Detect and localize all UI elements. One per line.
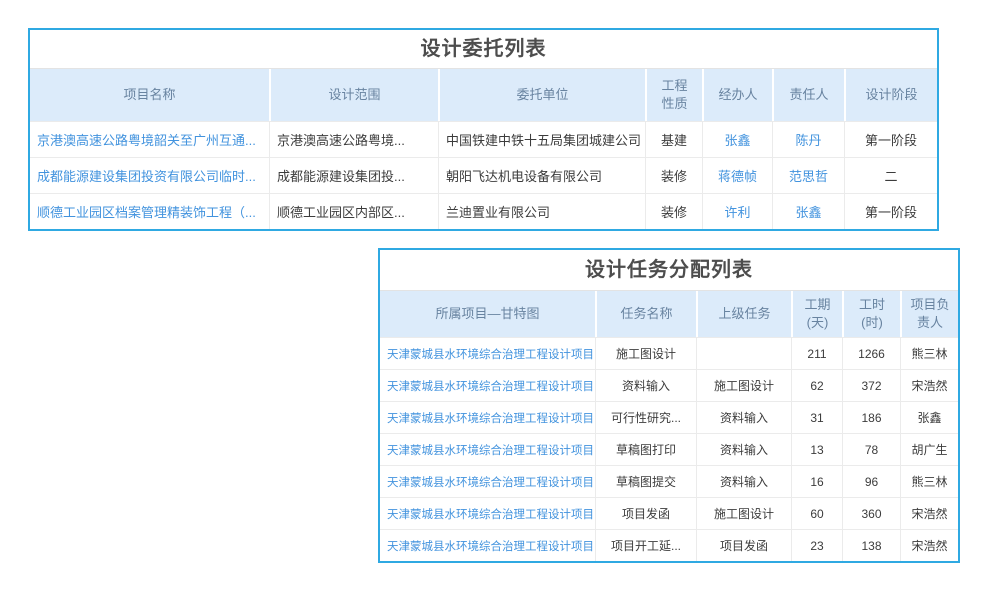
project-manager-cell: 胡广生 [900, 434, 958, 465]
design-phase-cell: 第一阶段 [844, 122, 937, 157]
client-unit-cell: 兰迪置业有限公司 [438, 194, 645, 229]
column-header-work-hours: 工时 (时) [842, 291, 900, 337]
handler-link[interactable]: 许利 [702, 194, 772, 229]
table-row: 天津蒙城县水环境综合治理工程设计项目 项目发函 施工图设计 60 360 宋浩然 [380, 497, 958, 529]
parent-task-cell: 施工图设计 [696, 370, 791, 401]
column-header-design-phase: 设计阶段 [844, 69, 937, 121]
column-header-project-name: 项目名称 [30, 69, 269, 121]
parent-task-cell: 资料输入 [696, 466, 791, 497]
parent-task-cell: 项目发函 [696, 530, 791, 561]
commission-table-title: 设计委托列表 [30, 30, 937, 68]
table-row: 天津蒙城县水环境综合治理工程设计项目 项目开工延... 项目发函 23 138 … [380, 529, 958, 561]
work-hours-cell: 186 [842, 402, 900, 433]
project-name-link[interactable]: 成都能源建设集团投资有限公司临时... [30, 158, 269, 193]
owner-link[interactable]: 张鑫 [772, 194, 844, 229]
task-name-cell: 项目开工延... [595, 530, 696, 561]
parent-task-cell [696, 338, 791, 369]
duration-days-cell: 16 [791, 466, 842, 497]
project-gantt-link[interactable]: 天津蒙城县水环境综合治理工程设计项目 [380, 370, 595, 401]
duration-days-cell: 13 [791, 434, 842, 465]
table-row: 天津蒙城县水环境综合治理工程设计项目 资料输入 施工图设计 62 372 宋浩然 [380, 369, 958, 401]
duration-days-cell: 60 [791, 498, 842, 529]
column-header-parent-project-gantt: 所属项目—甘特图 [380, 291, 595, 337]
table-row: 成都能源建设集团投资有限公司临时... 成都能源建设集团投... 朝阳飞达机电设… [30, 157, 937, 193]
table-row: 天津蒙城县水环境综合治理工程设计项目 施工图设计 211 1266 熊三林 [380, 337, 958, 369]
work-hours-cell: 1266 [842, 338, 900, 369]
task-header-row: 所属项目—甘特图 任务名称 上级任务 工期 (天) 工时 (时) 项目负 责人 [380, 290, 958, 337]
column-header-handler: 经办人 [702, 69, 772, 121]
design-phase-cell: 第一阶段 [844, 194, 937, 229]
project-name-link[interactable]: 京港澳高速公路粤境韶关至广州互通... [30, 122, 269, 157]
handler-link[interactable]: 张鑫 [702, 122, 772, 157]
task-name-cell: 草稿图打印 [595, 434, 696, 465]
project-gantt-link[interactable]: 天津蒙城县水环境综合治理工程设计项目 [380, 498, 595, 529]
project-manager-cell: 宋浩然 [900, 370, 958, 401]
parent-task-cell: 资料输入 [696, 402, 791, 433]
table-row: 天津蒙城县水环境综合治理工程设计项目 可行性研究... 资料输入 31 186 … [380, 401, 958, 433]
column-header-task-name: 任务名称 [595, 291, 696, 337]
client-unit-cell: 中国铁建中铁十五局集团城建公司 [438, 122, 645, 157]
project-name-link[interactable]: 顺德工业园区档案管理精装饰工程（... [30, 194, 269, 229]
column-header-design-scope: 设计范围 [269, 69, 438, 121]
column-header-project-nature: 工程 性质 [645, 69, 702, 121]
column-header-duration-days: 工期 (天) [791, 291, 842, 337]
handler-link[interactable]: 蒋德帧 [702, 158, 772, 193]
table-row: 天津蒙城县水环境综合治理工程设计项目 草稿图打印 资料输入 13 78 胡广生 [380, 433, 958, 465]
project-nature-cell: 基建 [645, 122, 702, 157]
design-task-assignment-table: 设计任务分配列表 所属项目—甘特图 任务名称 上级任务 工期 (天) 工时 (时… [378, 248, 960, 563]
task-name-cell: 项目发函 [595, 498, 696, 529]
project-manager-cell: 宋浩然 [900, 498, 958, 529]
project-gantt-link[interactable]: 天津蒙城县水环境综合治理工程设计项目 [380, 338, 595, 369]
work-hours-cell: 96 [842, 466, 900, 497]
task-name-cell: 资料输入 [595, 370, 696, 401]
project-nature-cell: 装修 [645, 194, 702, 229]
duration-days-cell: 31 [791, 402, 842, 433]
table-row: 顺德工业园区档案管理精装饰工程（... 顺德工业园区内部区... 兰迪置业有限公… [30, 193, 937, 229]
work-hours-cell: 78 [842, 434, 900, 465]
table-row: 天津蒙城县水环境综合治理工程设计项目 草稿图提交 资料输入 16 96 熊三林 [380, 465, 958, 497]
task-name-cell: 草稿图提交 [595, 466, 696, 497]
design-scope-cell: 成都能源建设集团投... [269, 158, 438, 193]
owner-link[interactable]: 陈丹 [772, 122, 844, 157]
project-gantt-link[interactable]: 天津蒙城县水环境综合治理工程设计项目 [380, 434, 595, 465]
parent-task-cell: 施工图设计 [696, 498, 791, 529]
design-scope-cell: 顺德工业园区内部区... [269, 194, 438, 229]
duration-days-cell: 211 [791, 338, 842, 369]
design-phase-cell: 二 [844, 158, 937, 193]
project-nature-cell: 装修 [645, 158, 702, 193]
design-scope-cell: 京港澳高速公路粤境... [269, 122, 438, 157]
duration-days-cell: 23 [791, 530, 842, 561]
table-row: 京港澳高速公路粤境韶关至广州互通... 京港澳高速公路粤境... 中国铁建中铁十… [30, 121, 937, 157]
commission-header-row: 项目名称 设计范围 委托单位 工程 性质 经办人 责任人 设计阶段 [30, 68, 937, 121]
project-gantt-link[interactable]: 天津蒙城县水环境综合治理工程设计项目 [380, 530, 595, 561]
design-commission-table: 设计委托列表 项目名称 设计范围 委托单位 工程 性质 经办人 责任人 设计阶段… [28, 28, 939, 231]
work-hours-cell: 360 [842, 498, 900, 529]
column-header-project-manager: 项目负 责人 [900, 291, 958, 337]
client-unit-cell: 朝阳飞达机电设备有限公司 [438, 158, 645, 193]
column-header-parent-task: 上级任务 [696, 291, 791, 337]
duration-days-cell: 62 [791, 370, 842, 401]
parent-task-cell: 资料输入 [696, 434, 791, 465]
project-manager-cell: 张鑫 [900, 402, 958, 433]
column-header-owner: 责任人 [772, 69, 844, 121]
work-hours-cell: 372 [842, 370, 900, 401]
project-manager-cell: 熊三林 [900, 338, 958, 369]
task-table-title: 设计任务分配列表 [380, 250, 958, 290]
column-header-client-unit: 委托单位 [438, 69, 645, 121]
project-gantt-link[interactable]: 天津蒙城县水环境综合治理工程设计项目 [380, 466, 595, 497]
owner-link[interactable]: 范思哲 [772, 158, 844, 193]
task-name-cell: 可行性研究... [595, 402, 696, 433]
work-hours-cell: 138 [842, 530, 900, 561]
task-name-cell: 施工图设计 [595, 338, 696, 369]
project-manager-cell: 熊三林 [900, 466, 958, 497]
project-gantt-link[interactable]: 天津蒙城县水环境综合治理工程设计项目 [380, 402, 595, 433]
project-manager-cell: 宋浩然 [900, 530, 958, 561]
